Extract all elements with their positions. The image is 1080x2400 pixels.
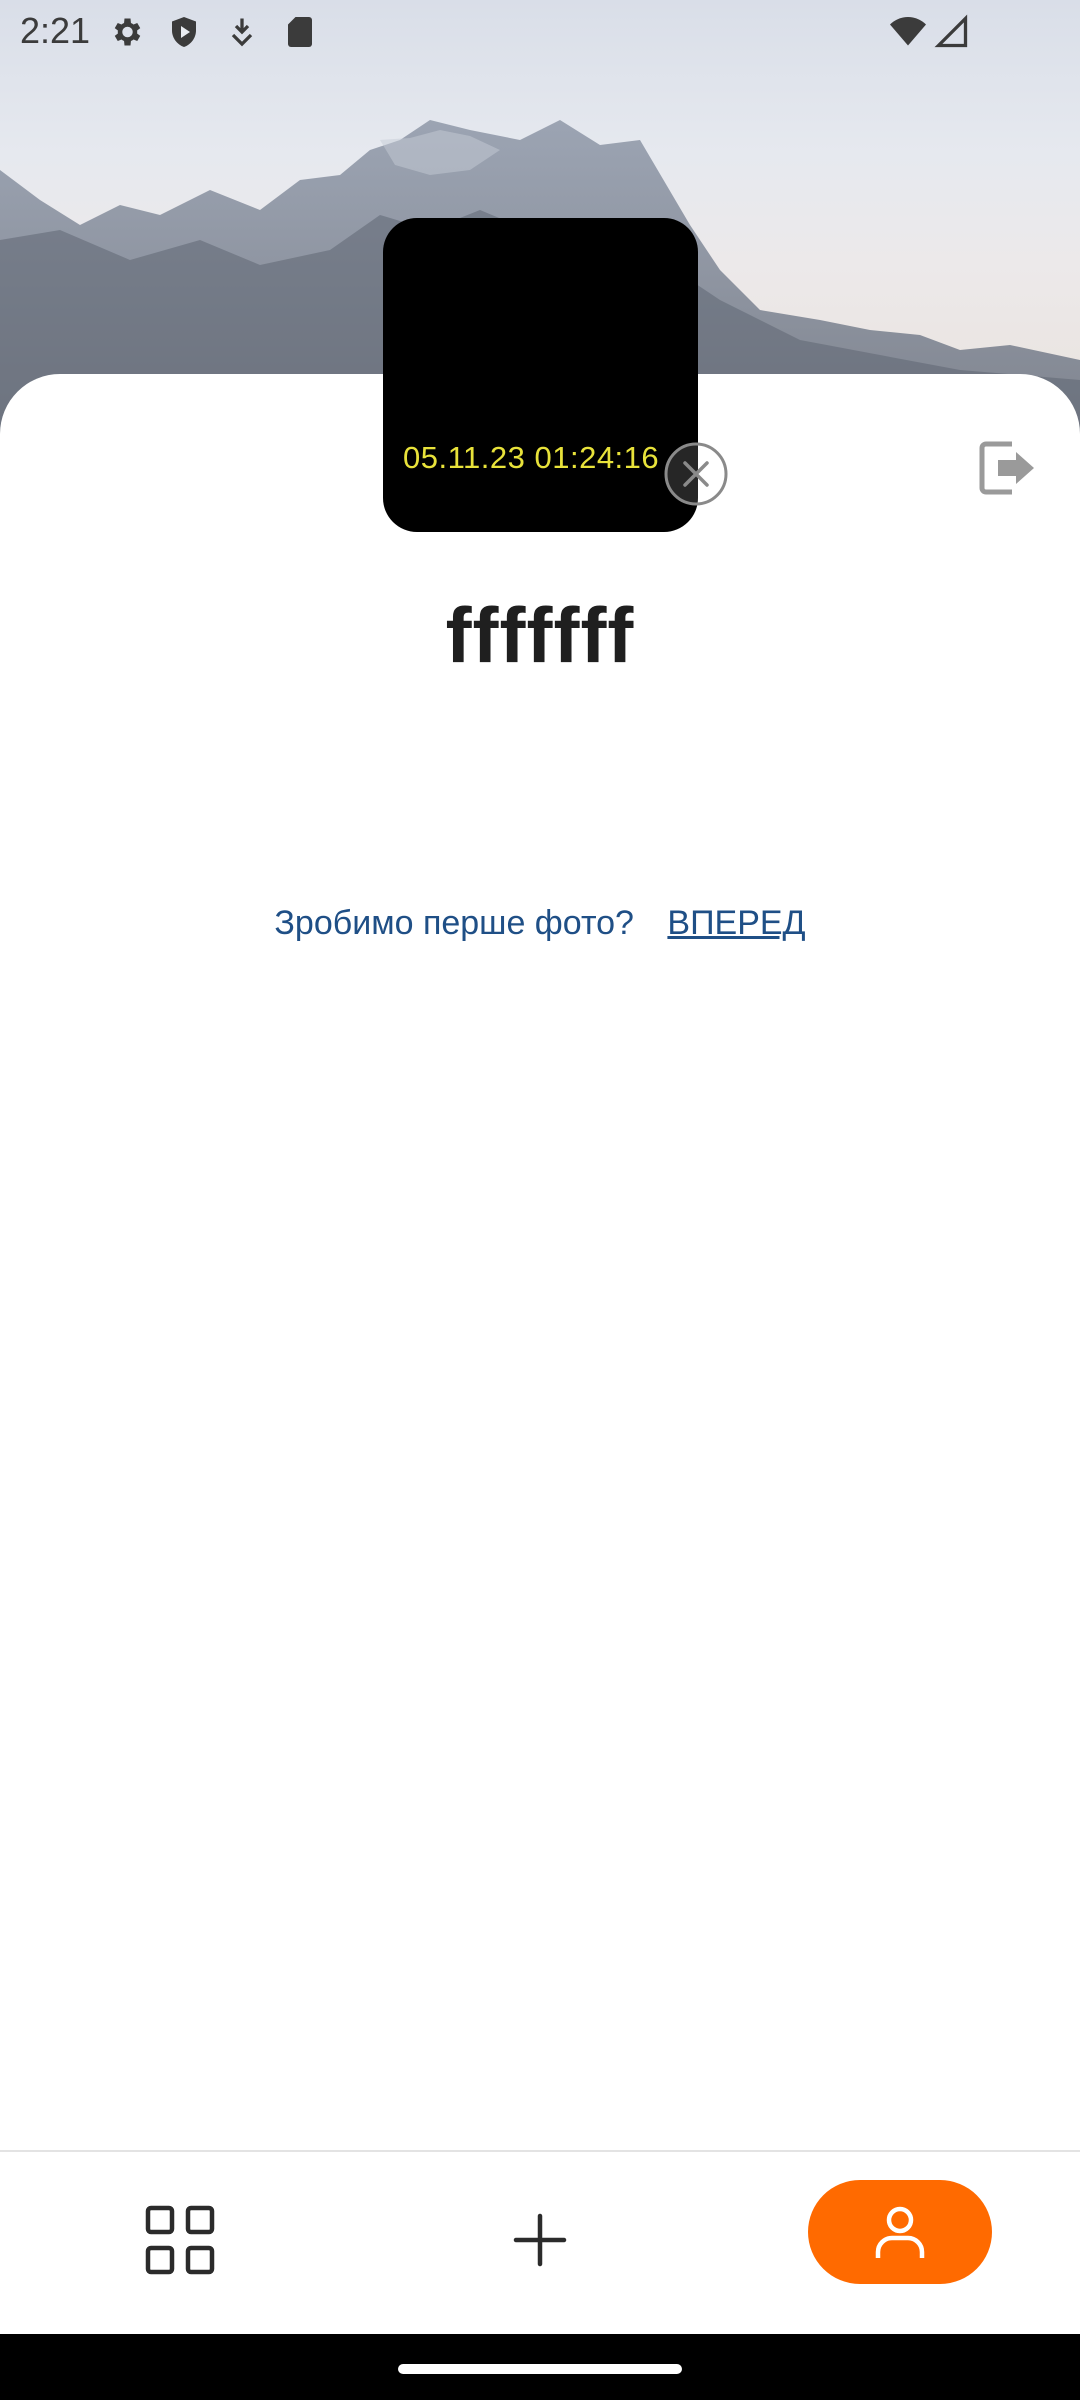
prompt-text: Зробимо перше фото?	[274, 904, 634, 942]
photo-timestamp: 05.11.23 01:24:16	[403, 440, 660, 475]
status-time: 2:21	[20, 10, 91, 51]
home-gesture-handle[interactable]	[398, 2364, 682, 2374]
first-photo-prompt: Зробимо перше фото? ВПЕРЕД	[0, 904, 1080, 943]
logout-button[interactable]	[972, 434, 1040, 502]
grid-icon[interactable]	[140, 2200, 220, 2280]
profile-icon	[875, 2206, 925, 2258]
add-icon[interactable]	[500, 2200, 580, 2280]
settings-icon	[114, 18, 141, 46]
shield-play-icon	[172, 17, 196, 47]
username: fffffff	[445, 591, 635, 679]
sd-card-icon	[288, 17, 312, 47]
download-arrow-icon	[231, 18, 253, 47]
bottom-navigation	[0, 2150, 1080, 2336]
signal-icon	[934, 14, 968, 48]
profile-photo[interactable]: 05.11.23 01:24:16	[383, 218, 698, 532]
remove-photo-button[interactable]	[663, 441, 729, 507]
gesture-navigation-bar	[0, 2334, 1080, 2400]
go-link[interactable]: ВПЕРЕД	[667, 904, 805, 942]
profile-tab-button[interactable]	[808, 2180, 992, 2284]
wifi-icon	[890, 17, 926, 46]
status-bar: 2:21	[0, 0, 1080, 64]
